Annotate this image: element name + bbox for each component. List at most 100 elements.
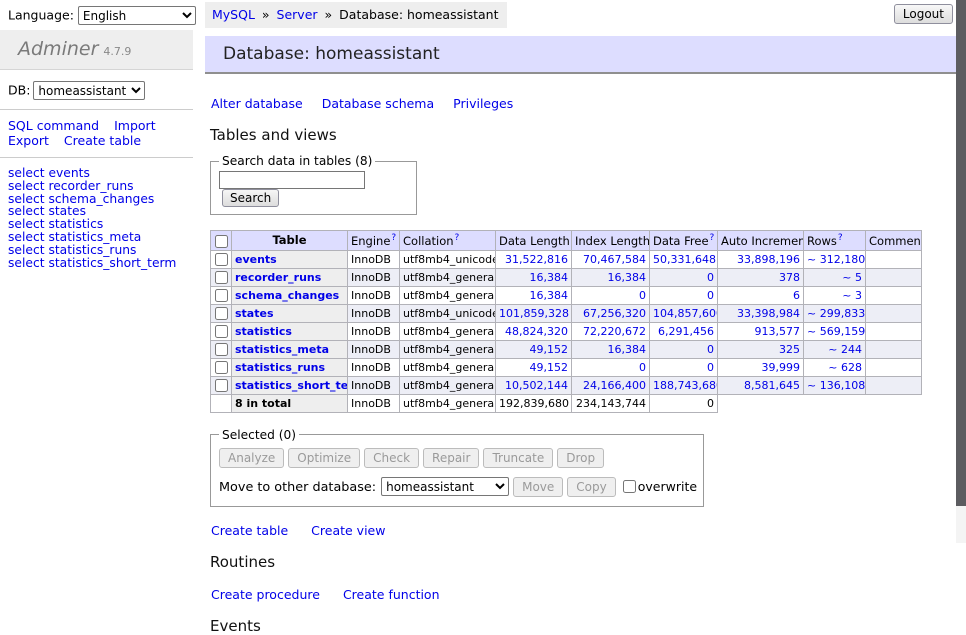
index-length-link[interactable]: 70,467,584 bbox=[583, 253, 646, 266]
import-link[interactable]: Import bbox=[114, 118, 156, 133]
create-table-link[interactable]: Create table bbox=[211, 523, 288, 538]
rows-link[interactable]: ~ 244 bbox=[828, 343, 862, 356]
breadcrumb-mysql-link[interactable]: MySQL bbox=[212, 7, 255, 22]
rows-link[interactable]: ~ 299,833 bbox=[807, 307, 865, 320]
data-length-cell: 49,152 bbox=[496, 358, 572, 376]
auto-increment-link[interactable]: 913,577 bbox=[755, 325, 801, 338]
index-length-link[interactable]: 67,256,320 bbox=[583, 307, 646, 320]
index-length-link[interactable]: 16,384 bbox=[608, 343, 647, 356]
sidebar-select-link[interactable]: select statistics_runs bbox=[8, 244, 193, 257]
rows-link[interactable]: ~ 5 bbox=[842, 271, 862, 284]
data-free-link[interactable]: 6,291,456 bbox=[658, 325, 714, 338]
data-free-link[interactable]: 0 bbox=[707, 271, 714, 284]
optimize-button[interactable]: Optimize bbox=[288, 448, 360, 468]
rows-help-link[interactable]: ? bbox=[838, 233, 843, 243]
data-length-link[interactable]: 48,824,320 bbox=[505, 325, 568, 338]
row-checkbox[interactable] bbox=[215, 361, 228, 374]
move-button[interactable]: Move bbox=[513, 477, 563, 497]
language-select[interactable]: English bbox=[78, 6, 196, 25]
breadcrumb-server-link[interactable]: Server bbox=[277, 7, 318, 22]
auto-increment-link[interactable]: 8,581,645 bbox=[744, 379, 800, 392]
database-schema-link[interactable]: Database schema bbox=[322, 96, 434, 111]
sidebar-select-link[interactable]: select statistics_short_term bbox=[8, 257, 193, 270]
row-checkbox[interactable] bbox=[215, 307, 228, 320]
rows-link[interactable]: ~ 136,108 bbox=[807, 379, 865, 392]
copy-button[interactable]: Copy bbox=[567, 477, 615, 497]
rows-link[interactable]: ~ 569,159 bbox=[807, 325, 865, 338]
create-function-link[interactable]: Create function bbox=[343, 587, 440, 602]
check-button[interactable]: Check bbox=[364, 448, 419, 468]
truncate-button[interactable]: Truncate bbox=[483, 448, 553, 468]
table-name-link[interactable]: statistics_meta bbox=[235, 343, 329, 356]
data-free-link[interactable]: 188,743,680 bbox=[653, 379, 718, 392]
create-view-link[interactable]: Create view bbox=[311, 523, 385, 538]
rows-link[interactable]: ~ 628 bbox=[828, 361, 862, 374]
sidebar-select-link[interactable]: select events bbox=[8, 167, 193, 180]
auto-increment-link[interactable]: 6 bbox=[793, 289, 800, 302]
row-checkbox[interactable] bbox=[215, 253, 228, 266]
data-free-link[interactable]: 0 bbox=[707, 361, 714, 374]
drop-button[interactable]: Drop bbox=[557, 448, 604, 468]
scrollbar-thumb[interactable] bbox=[956, 0, 966, 506]
search-input[interactable] bbox=[219, 171, 365, 189]
table-name-link[interactable]: events bbox=[235, 253, 277, 266]
logout-button[interactable]: Logout bbox=[894, 4, 953, 24]
index-length-link[interactable]: 72,220,672 bbox=[583, 325, 646, 338]
data-free-help-link[interactable]: ? bbox=[710, 233, 715, 243]
auto-increment-link[interactable]: 39,999 bbox=[762, 361, 801, 374]
table-name-link[interactable]: schema_changes bbox=[235, 289, 339, 302]
overwrite-checkbox[interactable] bbox=[623, 480, 636, 493]
auto-increment-link[interactable]: 378 bbox=[779, 271, 800, 284]
export-link[interactable]: Export bbox=[8, 133, 49, 148]
row-checkbox[interactable] bbox=[215, 289, 228, 302]
data-length-link[interactable]: 16,384 bbox=[530, 289, 569, 302]
index-length-link[interactable]: 16,384 bbox=[608, 271, 647, 284]
data-length-link[interactable]: 31,522,816 bbox=[505, 253, 568, 266]
table-name-link[interactable]: statistics_runs bbox=[235, 361, 325, 374]
table-name-link[interactable]: recorder_runs bbox=[235, 271, 321, 284]
index-length-link[interactable]: 0 bbox=[639, 361, 646, 374]
sql-command-link[interactable]: SQL command bbox=[8, 118, 99, 133]
alter-database-link[interactable]: Alter database bbox=[211, 96, 303, 111]
move-db-select[interactable]: homeassistant bbox=[381, 477, 509, 496]
table-name-link[interactable]: statistics bbox=[235, 325, 292, 338]
row-checkbox[interactable] bbox=[215, 271, 228, 284]
data-free-link[interactable]: 104,857,600 bbox=[653, 307, 718, 320]
data-free-link[interactable]: 50,331,648 bbox=[653, 253, 716, 266]
analyze-button[interactable]: Analyze bbox=[219, 448, 284, 468]
sidebar-select-link[interactable]: select statistics_meta bbox=[8, 231, 193, 244]
table-name-cell: events bbox=[232, 250, 348, 268]
collation-help-link[interactable]: ? bbox=[455, 233, 460, 243]
db-select[interactable]: homeassistant bbox=[33, 81, 145, 100]
search-button[interactable]: Search bbox=[222, 189, 279, 207]
table-name-link[interactable]: states bbox=[235, 307, 274, 320]
data-length-link[interactable]: 49,152 bbox=[530, 361, 569, 374]
auto-increment-link[interactable]: 33,898,196 bbox=[737, 253, 800, 266]
sidebar-select-link[interactable]: select recorder_runs bbox=[8, 180, 193, 193]
data-free-cell: 50,331,648 bbox=[650, 250, 718, 268]
data-length-link[interactable]: 49,152 bbox=[530, 343, 569, 356]
repair-button[interactable]: Repair bbox=[423, 448, 479, 468]
row-checkbox[interactable] bbox=[215, 325, 228, 338]
privileges-link[interactable]: Privileges bbox=[453, 96, 513, 111]
rows-link[interactable]: ~ 312,180 bbox=[807, 253, 865, 266]
data-length-link[interactable]: 10,502,144 bbox=[505, 379, 568, 392]
vertical-scrollbar[interactable] bbox=[956, 0, 966, 543]
select-all-checkbox[interactable] bbox=[215, 235, 228, 248]
breadcrumb-separator: » bbox=[325, 7, 333, 22]
engine-help-link[interactable]: ? bbox=[391, 233, 396, 243]
rows-link[interactable]: ~ 3 bbox=[842, 289, 862, 302]
create-procedure-link[interactable]: Create procedure bbox=[211, 587, 320, 602]
data-length-link[interactable]: 101,859,328 bbox=[499, 307, 569, 320]
row-checkbox[interactable] bbox=[215, 379, 228, 392]
create-table-link-sidebar[interactable]: Create table bbox=[64, 133, 141, 148]
index-length-link[interactable]: 0 bbox=[639, 289, 646, 302]
data-free-link[interactable]: 0 bbox=[707, 289, 714, 302]
data-free-link[interactable]: 0 bbox=[707, 343, 714, 356]
table-name-link[interactable]: statistics_short_term bbox=[235, 379, 348, 392]
auto-increment-link[interactable]: 33,398,984 bbox=[737, 307, 800, 320]
auto-increment-link[interactable]: 325 bbox=[779, 343, 800, 356]
row-checkbox[interactable] bbox=[215, 343, 228, 356]
index-length-link[interactable]: 24,166,400 bbox=[583, 379, 646, 392]
data-length-link[interactable]: 16,384 bbox=[530, 271, 569, 284]
